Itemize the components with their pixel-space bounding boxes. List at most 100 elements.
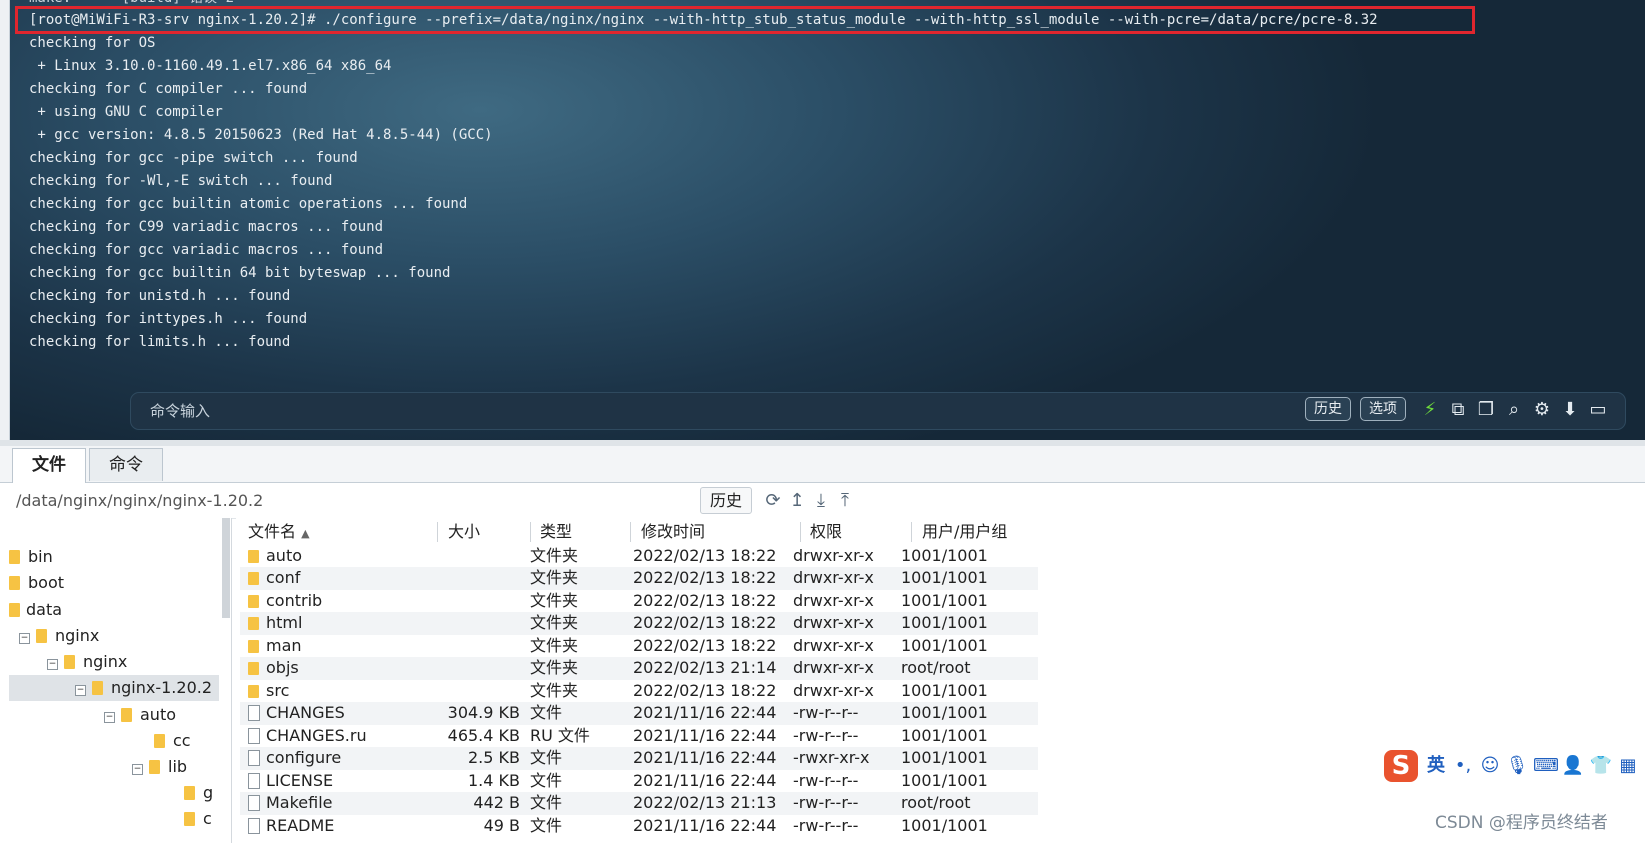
column-header-permissions[interactable]: 权限 [810, 520, 842, 544]
skin-icon[interactable]: 👕 [1589, 752, 1613, 780]
file-permissions: -rw-r--r-- [793, 725, 859, 745]
collapse-icon[interactable]: − [104, 712, 115, 723]
tab-commands[interactable]: 命令 [89, 448, 163, 481]
file-permissions: -rw-r--r-- [793, 703, 859, 722]
column-separator[interactable] [630, 522, 631, 542]
file-icon [248, 750, 260, 766]
command-highlight-box [15, 6, 1475, 34]
folder-icon [248, 639, 259, 653]
tab-files[interactable]: 文件 [12, 448, 86, 483]
file-icon [248, 705, 260, 721]
ime-language-toggle[interactable]: 英 [1424, 752, 1448, 780]
column-header-name[interactable]: 文件名 ▲ [248, 520, 310, 544]
file-row[interactable]: LICENSE 1.4 KB 文件 2021/11/16 22:44 -rw-r--r-… [240, 770, 1038, 793]
folder-icon [154, 734, 165, 748]
file-row[interactable]: configure 2.5 KB 文件 2021/11/16 22:44 -rwxr-x… [240, 747, 1038, 770]
path-input[interactable]: /data/nginx/nginx/nginx-1.20.2 [12, 488, 697, 514]
file-row[interactable]: CHANGES 304.9 KB 文件 2021/11/16 22:44 -rw-r--… [240, 702, 1038, 725]
folder-icon [248, 617, 259, 630]
terminal-output-line: checking for limits.h ... found [29, 334, 291, 350]
tree-node-nginx-1-20-2[interactable]: − nginx-1.20.2 [9, 675, 219, 701]
file-row[interactable]: html 文件夹 2022/02/13 18:22 drwxr-xr-x 1001/10… [240, 612, 1038, 635]
file-size [430, 657, 520, 680]
window-icon[interactable]: ▭ [1586, 397, 1610, 423]
column-header-size[interactable]: 大小 [448, 520, 480, 544]
tree-node-boot[interactable]: boot [9, 570, 231, 596]
file-name: configure [266, 748, 342, 767]
copy-icon[interactable]: ⧉ [1446, 397, 1470, 423]
grid-menu-icon[interactable]: ▦ [1616, 752, 1640, 780]
file-type: 文件夹 [530, 635, 579, 655]
ime-punctuation-toggle[interactable]: •, [1452, 752, 1474, 780]
refresh-icon[interactable]: ⟳ [762, 488, 784, 514]
file-owner: root/root [901, 658, 971, 677]
up-directory-icon[interactable]: ↥ [786, 488, 808, 514]
keyboard-icon[interactable]: ⌨ [1533, 752, 1559, 780]
file-owner: 1001/1001 [901, 635, 988, 655]
column-header-type[interactable]: 类型 [540, 520, 572, 544]
tree-node-g[interactable]: g [184, 780, 231, 806]
terminal-output-line: checking for gcc builtin atomic operatio… [29, 196, 468, 212]
tree-node-bin[interactable]: bin [9, 544, 231, 570]
file-row[interactable]: man 文件夹 2022/02/13 18:22 drwxr-xr-x 1001/100… [240, 635, 1038, 658]
tree-node-data[interactable]: data [9, 597, 231, 623]
collapse-icon[interactable]: − [19, 633, 30, 644]
file-size: 49 B [483, 815, 520, 835]
file-row[interactable]: CHANGES.ru 465.4 KB RU 文件 2021/11/16 22:44-… [240, 725, 1038, 748]
collapse-icon[interactable]: − [47, 659, 58, 670]
file-permissions: -rw-r--r-- [793, 770, 859, 790]
terminal-panel[interactable]: make: *** [build] 错误 2 [root@MiWiFi-R3-s… [0, 0, 1645, 440]
file-modified: 2021/11/16 22:44 [633, 725, 777, 745]
column-separator[interactable] [437, 522, 438, 542]
tree-node-auto[interactable]: − auto [104, 702, 231, 728]
arrow-down-icon[interactable]: ⬇ [1558, 397, 1582, 423]
file-row[interactable]: src 文件夹 2022/02/13 18:22 drwxr-xr-x 1001/100… [240, 680, 1038, 703]
file-modified: 2022/02/13 18:22 [633, 568, 777, 587]
file-permissions: drwxr-xr-x [793, 568, 874, 587]
folder-icon [248, 594, 259, 608]
file-size [430, 545, 520, 568]
file-modified: 2022/02/13 21:14 [633, 658, 777, 677]
column-header-owner[interactable]: 用户/用户组 [922, 520, 1007, 544]
path-history-button[interactable]: 历史 [700, 487, 752, 514]
user-icon[interactable]: 👤 [1561, 752, 1585, 780]
file-row[interactable]: auto 文件夹 2022/02/13 18:22 drwxr-xr-x 1001/10… [240, 545, 1038, 568]
paste-icon[interactable]: ❐ [1474, 397, 1498, 423]
file-owner: 1001/1001 [901, 545, 988, 565]
file-modified: 2022/02/13 18:22 [633, 545, 777, 565]
folder-icon [248, 549, 259, 563]
column-separator[interactable] [800, 522, 801, 542]
sogou-logo-icon[interactable]: S [1384, 750, 1418, 782]
column-header-modified[interactable]: 修改时间 [641, 520, 705, 544]
tree-node-nginx[interactable]: − nginx [19, 623, 231, 649]
options-button[interactable]: 选项 [1360, 397, 1406, 421]
file-row[interactable]: README 49 B 文件 2021/11/16 22:44 -rw-r--r-- 10… [240, 815, 1038, 838]
terminal-output-line: checking for gcc variadic macros ... fou… [29, 242, 384, 258]
file-row[interactable]: objs 文件夹 2022/02/13 21:14 drwxr-xr-x root/ro… [240, 657, 1038, 680]
file-modified: 2021/11/16 22:44 [633, 815, 777, 835]
upload-icon[interactable]: ⤒ [834, 488, 856, 514]
tree-node-nginx-inner[interactable]: − nginx [47, 649, 231, 675]
emoji-icon[interactable]: ☺ [1478, 752, 1502, 780]
tree-scrollbar[interactable] [222, 518, 230, 618]
gear-icon[interactable]: ⚙ [1530, 397, 1554, 423]
file-row[interactable]: conf 文件夹 2022/02/13 18:22 drwxr-xr-x 1001/10… [240, 567, 1038, 590]
history-button[interactable]: 历史 [1305, 397, 1351, 421]
file-row[interactable]: contrib 文件夹 2022/02/13 18:22 drwxr-xr-x 1001… [240, 590, 1038, 613]
collapse-icon[interactable]: − [132, 764, 143, 775]
column-separator[interactable] [911, 522, 912, 542]
file-row[interactable]: Makefile 442 B 文件 2022/02/13 21:13 -rw-r--r-… [240, 792, 1038, 815]
download-icon[interactable]: ⤓ [810, 488, 832, 514]
microphone-icon[interactable]: 🎙 [1505, 752, 1529, 780]
collapse-icon[interactable]: − [75, 685, 86, 696]
lightning-icon[interactable]: ⚡ [1418, 397, 1442, 423]
tree-node-cc[interactable]: cc [154, 728, 231, 754]
file-type: 文件夹 [530, 590, 579, 610]
command-input-placeholder[interactable]: 命令输入 [150, 398, 210, 424]
file-name: contrib [266, 590, 323, 610]
directory-tree[interactable]: bin boot data − nginx − nginx − nginx-1.20.… [9, 518, 232, 843]
search-icon[interactable]: ⌕ [1502, 397, 1526, 423]
tree-node-c[interactable]: c [184, 806, 231, 832]
tree-node-lib[interactable]: − lib [132, 754, 231, 780]
column-separator[interactable] [530, 522, 531, 542]
